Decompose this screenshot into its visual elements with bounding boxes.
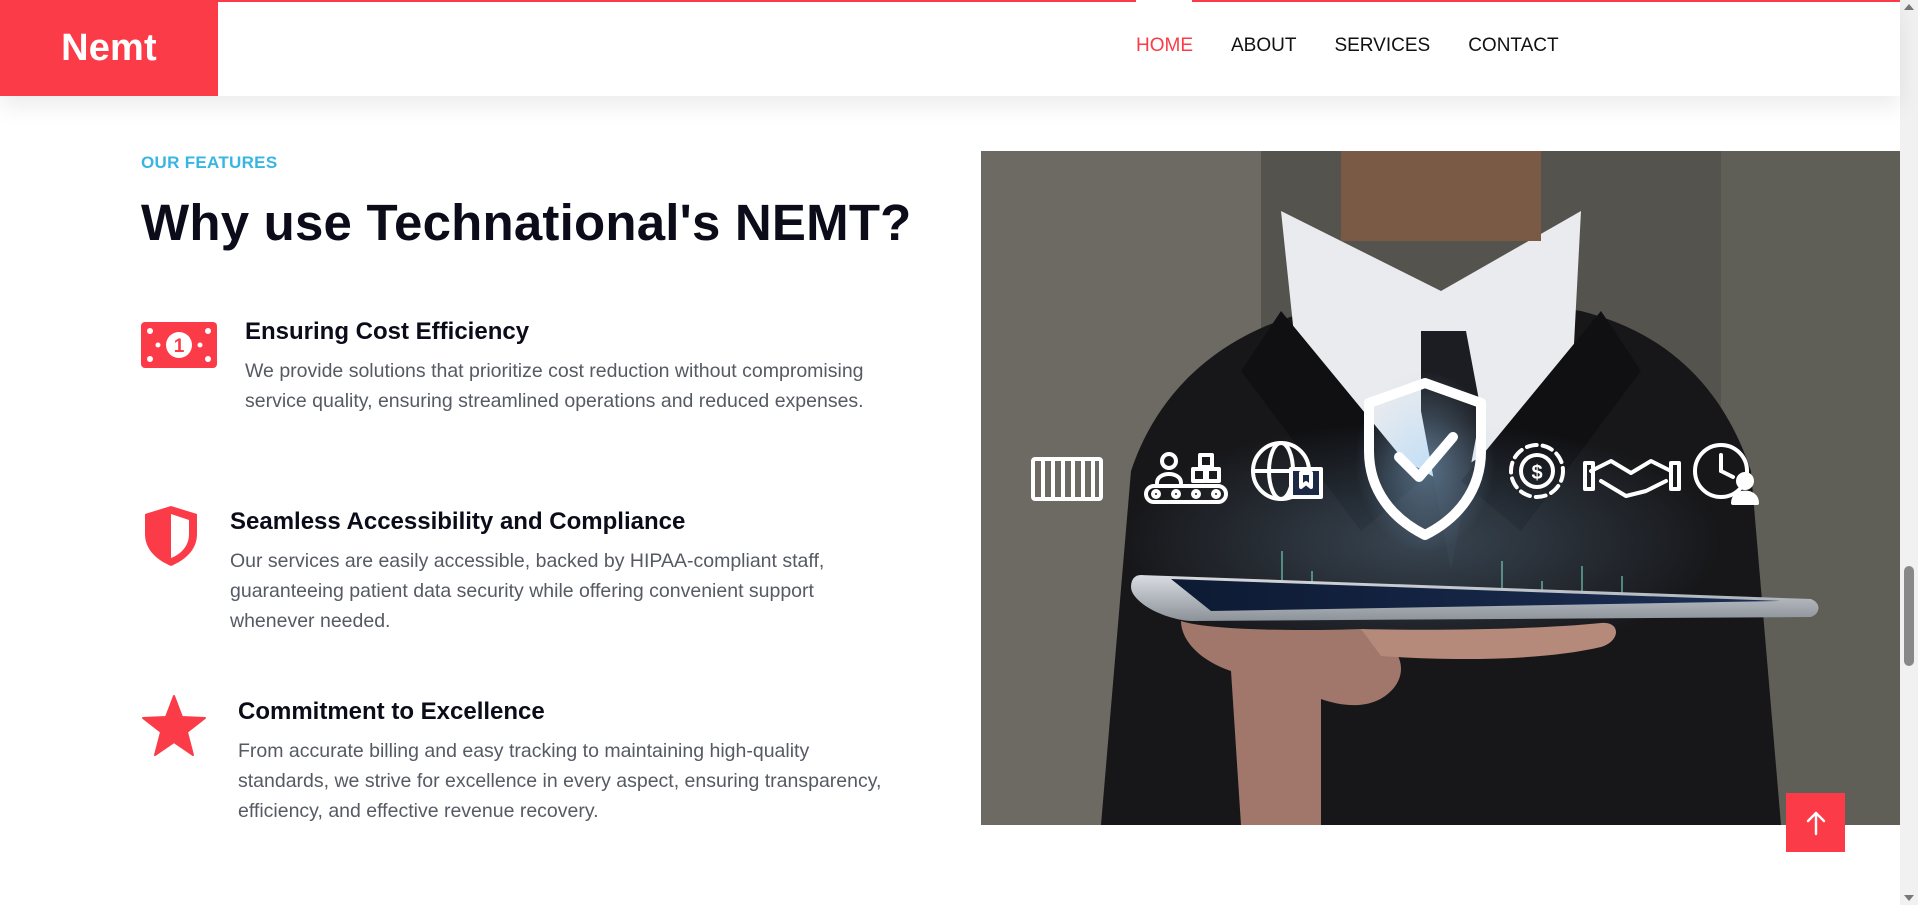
header-accent-line (1192, 0, 1900, 2)
svg-text:$: $ (1531, 462, 1542, 484)
hero-image: $ (981, 151, 1901, 825)
feature-body: We provide solutions that prioritize cos… (245, 360, 864, 412)
section-title: Why use Technational's NEMT? (141, 194, 912, 251)
site-logo[interactable]: Nemt (0, 0, 218, 96)
site-header: Nemt HOME ABOUT SERVICES CONTACT (0, 0, 1900, 96)
hero-illustration: $ (981, 151, 1901, 825)
section-eyebrow: OUR FEATURES (141, 153, 278, 172)
nav-contact-link[interactable]: CONTACT (1468, 35, 1558, 57)
feature-body: From accurate billing and easy tracking … (238, 740, 882, 822)
header-accent-line (218, 0, 1136, 2)
page: Nemt HOME ABOUT SERVICES CONTACT OUR FEA… (0, 0, 1918, 905)
scroll-up-arrow-icon[interactable] (1904, 4, 1914, 10)
shield-check-icon (1355, 371, 1495, 551)
nav-services-link[interactable]: SERVICES (1334, 35, 1430, 57)
svg-text:1: 1 (174, 336, 185, 357)
nav-home-link[interactable]: HOME (1136, 35, 1193, 57)
main-nav: HOME ABOUT SERVICES CONTACT (1136, 35, 1597, 57)
scroll-down-arrow-icon[interactable] (1904, 895, 1914, 901)
back-to-top-button[interactable] (1786, 793, 1845, 852)
scrollbar-thumb[interactable] (1904, 566, 1914, 666)
page-scrollbar[interactable] (1900, 0, 1918, 905)
nav-about-link[interactable]: ABOUT (1231, 35, 1296, 57)
feature-body: Our services are easily accessible, back… (230, 550, 825, 632)
feature-title: Commitment to Excellence (238, 698, 545, 725)
feature-title: Ensuring Cost Efficiency (245, 318, 530, 345)
feature-title: Seamless Accessibility and Compliance (230, 508, 686, 535)
arrow-up-icon (1806, 811, 1825, 835)
